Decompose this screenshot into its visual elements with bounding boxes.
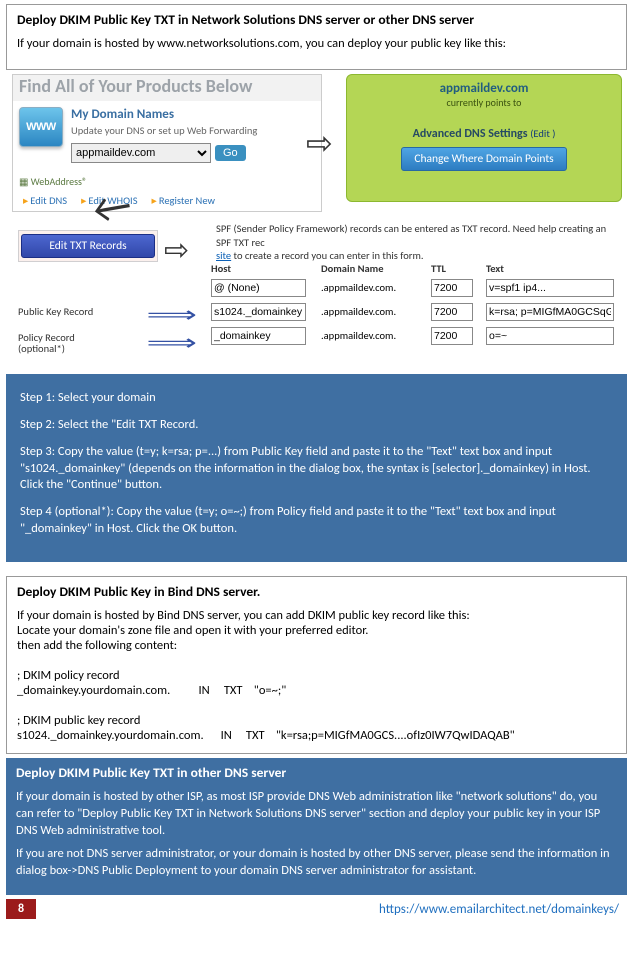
table-row: .appmaildev.com. <box>211 279 627 297</box>
host-input[interactable] <box>211 303 306 321</box>
bind-p2: Locate your domain's zone file and open … <box>17 623 616 638</box>
step-3: Step 3: Copy the value (t=y; k=rsa; p=..… <box>20 444 613 495</box>
blue-arrow-icon: ⟹ <box>147 301 197 328</box>
bind-code1a: ; DKIM policy record <box>17 668 616 683</box>
edit-link[interactable]: (Edit ) <box>530 127 555 140</box>
col-domain: Domain Name <box>321 262 431 275</box>
col-ttl: TTL <box>431 262 486 275</box>
left-panel: Find All of Your Products Below WWW My D… <box>12 74 322 212</box>
host-input[interactable] <box>211 279 306 297</box>
my-domain-names: My Domain Names <box>71 107 315 122</box>
bind-code1b: _domainkey.yourdomain.com. IN TXT "o=~;" <box>17 683 616 698</box>
section-network-solutions: Deploy DKIM Public Key TXT in Network So… <box>6 4 627 70</box>
step-4: Step 4 (optional*): Copy the value (t=y;… <box>20 504 613 538</box>
host-input[interactable] <box>211 327 306 345</box>
blue-arrow-icon: ⟹ <box>147 329 197 356</box>
other-title: Deploy DKIM Public Key TXT in other DNS … <box>16 764 617 781</box>
section1-para: If your domain is hosted by www.networks… <box>17 36 616 53</box>
webaddress-label: ▦ WebAddress® <box>13 175 321 190</box>
deployment-diagram: Find All of Your Products Below WWW My D… <box>6 74 627 374</box>
edit-txt-records-button[interactable]: Edit TXT Records <box>21 234 155 258</box>
ttl-input[interactable] <box>431 279 473 297</box>
text-input[interactable] <box>486 327 614 345</box>
other-p2: If you are not DNS server administrator,… <box>16 846 617 880</box>
steps-panel: Step 1: Select your domain Step 2: Selec… <box>6 374 627 562</box>
find-products-header: Find All of Your Products Below <box>13 75 321 101</box>
arrow-right2-icon: ⇨ <box>164 232 189 269</box>
advanced-dns-label: Advanced DNS Settings (Edit ) <box>357 127 611 141</box>
section-bind-dns: Deploy DKIM Public Key in Bind DNS serve… <box>6 576 627 754</box>
bind-title: Deploy DKIM Public Key in Bind DNS serve… <box>17 583 616 600</box>
policy-record-label: Policy Record (optional*) <box>18 332 75 355</box>
col-text: Text <box>486 262 627 275</box>
step-2: Step 2: Select the "Edit TXT Record. <box>20 417 613 434</box>
text-input[interactable] <box>486 303 614 321</box>
public-key-record-label: Public Key Record <box>18 306 93 318</box>
www-icon: WWW <box>19 107 63 147</box>
edit-txt-records-wrap: Edit TXT Records <box>18 230 158 262</box>
text-input[interactable] <box>486 279 614 297</box>
col-host: Host <box>211 262 321 275</box>
page-footer: 8 https://www.emailarchitect.net/domaink… <box>6 899 627 919</box>
page-number: 8 <box>6 899 36 919</box>
spf-note: SPF (Sender Policy Framework) records ca… <box>216 222 621 263</box>
bind-code2b: s1024._domainkey.yourdomain.com. IN TXT … <box>17 728 616 743</box>
domain-select[interactable]: appmaildev.com <box>71 143 211 163</box>
step-1: Step 1: Select your domain <box>20 390 613 407</box>
bind-p3: then add the following content: <box>17 638 616 653</box>
change-where-button[interactable]: Change Where Domain Points <box>401 147 566 171</box>
other-p1: If your domain is hosted by other ISP, a… <box>16 789 617 840</box>
domain-suffix: .appmaildev.com. <box>321 329 431 342</box>
section-other-dns: Deploy DKIM Public Key TXT in other DNS … <box>6 758 627 895</box>
bind-p1: If your domain is hosted by Bind DNS ser… <box>17 608 616 623</box>
txt-records-table: Host Domain Name TTL Text .appmaildev.co… <box>211 262 627 351</box>
domain-suffix: .appmaildev.com. <box>321 305 431 318</box>
go-button[interactable]: Go <box>215 145 246 161</box>
edit-dns-link[interactable]: Edit DNS <box>23 194 67 207</box>
ttl-input[interactable] <box>431 327 473 345</box>
right-panel: appmaildev.com currently points to Advan… <box>346 74 622 202</box>
register-new-link[interactable]: Register New <box>152 194 215 207</box>
site-link[interactable]: site <box>216 249 231 262</box>
under-links: Edit DNS Edit WHOIS Register New <box>13 192 321 211</box>
table-row: .appmaildev.com. <box>211 303 627 321</box>
currently-points-text: currently points to <box>357 96 611 109</box>
section1-title: Deploy DKIM Public Key TXT in Network So… <box>17 11 616 28</box>
arrow-right-icon: ⇨ <box>306 124 333 163</box>
domain-suffix: .appmaildev.com. <box>321 281 431 294</box>
right-domain-title: appmaildev.com <box>357 81 611 96</box>
update-dns-text: Update your DNS or set up Web Forwarding <box>71 124 315 137</box>
bind-code2a: ; DKIM public key record <box>17 713 616 728</box>
ttl-input[interactable] <box>431 303 473 321</box>
table-row: .appmaildev.com. <box>211 327 627 345</box>
footer-url[interactable]: https://www.emailarchitect.net/domainkey… <box>379 902 627 917</box>
